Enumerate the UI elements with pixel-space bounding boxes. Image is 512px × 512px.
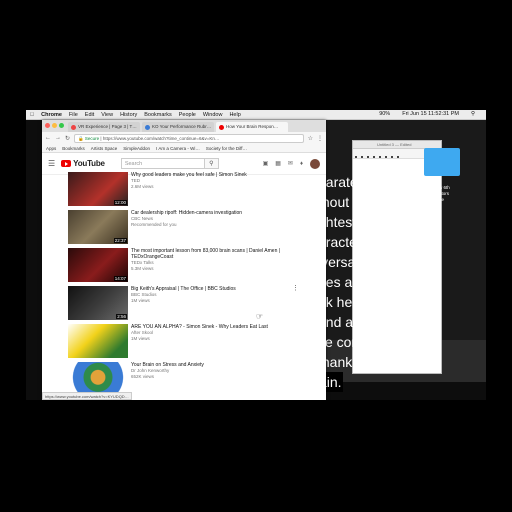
menu-window[interactable]: Window xyxy=(203,112,223,118)
video-stats: 1M views xyxy=(131,336,150,341)
avatar[interactable] xyxy=(310,158,320,169)
battery-level[interactable]: 90% xyxy=(379,111,390,117)
video-stats: 2.6M views xyxy=(131,184,154,189)
bookmark-simpleaddon[interactable]: SimpleAddon xyxy=(123,146,150,151)
video-stats: 1M views xyxy=(131,298,150,303)
subtitle-line: nk he has xyxy=(318,294,379,310)
duration-badge: 14:07 xyxy=(113,276,127,281)
more-options-icon[interactable]: ⋮ xyxy=(292,284,299,292)
minimize-window-icon[interactable] xyxy=(52,123,57,128)
secure-label: Secure xyxy=(84,135,100,141)
duration-badge: 2:56 xyxy=(116,314,127,319)
subtitle-line: thout the xyxy=(318,194,373,210)
mouse-cursor-icon: ☞ xyxy=(256,312,264,321)
menu-dots-icon[interactable]: ⋮ xyxy=(317,135,323,142)
subtitle-line: pes anyone xyxy=(318,274,391,290)
video-thumbnail[interactable]: 2:56 xyxy=(68,286,128,320)
chrome-window[interactable]: VR Experience | Page 3 | T… KO Your Perf… xyxy=(42,120,326,400)
forward-icon[interactable]: → xyxy=(55,135,61,141)
menu-file[interactable]: File xyxy=(69,112,78,118)
tab-label: How Your Brain Respon… xyxy=(226,124,279,129)
back-icon[interactable]: ← xyxy=(45,135,51,141)
menu-people[interactable]: People xyxy=(179,112,196,118)
video-subtitle: parately, thout the ghtest aracter of iv… xyxy=(318,172,428,392)
video-stats: 5.3M views xyxy=(131,266,154,271)
subtitle-line: und a psychic xyxy=(318,314,404,330)
tab-bar: VR Experience | Page 3 | T… KO Your Perf… xyxy=(42,120,326,132)
tab-favicon xyxy=(145,124,150,130)
duration-badge: 22:37 xyxy=(113,238,127,243)
bookmark-artists-space[interactable]: Artists Space xyxy=(91,146,118,151)
tab-favicon xyxy=(71,124,76,130)
search-input[interactable]: Search xyxy=(120,158,205,169)
folder-icon[interactable] xyxy=(424,148,460,176)
list-item[interactable]: 12:00 Why good leaders make you feel saf… xyxy=(42,170,326,208)
hamburger-menu-icon[interactable]: ☰ xyxy=(48,159,55,168)
video-stats: Recommended for you xyxy=(131,222,177,227)
logo-text: YouTube xyxy=(73,159,105,168)
duration-badge: 12:00 xyxy=(113,200,127,205)
bookmark-bookmarks[interactable]: Bookmarks xyxy=(62,146,85,151)
subtitle-line: aracter of xyxy=(318,234,378,250)
subtitle-line: ghtest xyxy=(318,214,357,230)
tab-ko-performance[interactable]: KO Your Performance Rubr… xyxy=(142,122,214,132)
search-button[interactable]: ⚲ xyxy=(204,158,219,169)
video-thumbnail[interactable] xyxy=(68,362,128,396)
subtitle-line: mankind? xyxy=(318,354,379,370)
clock[interactable]: Fri Jun 15 11:52:31 PM xyxy=(402,111,459,117)
bookmark-society[interactable]: Society for the Diff… xyxy=(206,146,247,151)
close-window-icon[interactable] xyxy=(45,123,50,128)
lock-icon: 🔒 xyxy=(78,135,84,141)
status-bar-url: https://www.youtube.com/watch?v=KYUDQD… xyxy=(42,392,132,400)
list-item[interactable]: ARE YOU AN ALPHA? - Simon Sinek - Why Le… xyxy=(42,322,326,360)
video-caption: w 6th ators he xyxy=(439,185,450,203)
recommended-list: 12:00 Why good leaders make you feel saf… xyxy=(42,170,326,398)
menu-help[interactable]: Help xyxy=(229,112,240,118)
video-stats: 652K views xyxy=(131,374,155,379)
menu-history[interactable]: History xyxy=(120,112,137,118)
bookmark-i-am-a-camera[interactable]: I Am a Camera - Wi… xyxy=(156,146,200,151)
search-icon[interactable]: ⚲ xyxy=(471,111,475,117)
apple-icon[interactable]:  xyxy=(30,112,34,118)
tab-vr-experience[interactable]: VR Experience | Page 3 | T… xyxy=(68,122,140,132)
video-thumbnail[interactable]: 12:00 xyxy=(68,172,128,206)
url-text: https://www.youtube.com/watch?time_conti… xyxy=(102,135,220,141)
video-thumbnail[interactable] xyxy=(68,324,128,358)
bookmarks-bar: Apps Bookmarks Artists Space SimpleAddon… xyxy=(42,144,326,153)
list-item[interactable]: 14:07 The most important lesson from 83,… xyxy=(42,246,326,284)
star-icon[interactable]: ☆ xyxy=(308,135,313,142)
menu-bookmarks[interactable]: Bookmarks xyxy=(144,112,172,118)
video-thumbnail[interactable]: 22:37 xyxy=(68,210,128,244)
mac-menubar:  Chrome File Edit View History Bookmark… xyxy=(26,110,486,120)
reload-icon[interactable]: ↻ xyxy=(65,135,70,142)
subtitle-line: se common to xyxy=(318,334,406,350)
video-title[interactable]: The most important lesson from 83,000 br… xyxy=(131,248,301,260)
subtitle-line: parately, xyxy=(318,174,371,190)
address-bar[interactable]: 🔒 Secure | https://www.youtube.com/watch… xyxy=(74,133,304,143)
upload-icon[interactable]: ▣ xyxy=(263,160,269,167)
menu-chrome[interactable]: Chrome xyxy=(41,112,62,118)
list-item[interactable]: 22:37 Car dealership ripoff: Hidden-came… xyxy=(42,208,326,246)
notifications-icon[interactable]: ♦ xyxy=(300,161,303,167)
list-item[interactable]: 2:56 Big Keith's Appraisal | The Office … xyxy=(42,284,326,322)
youtube-logo[interactable]: YouTube xyxy=(61,159,105,168)
tab-youtube[interactable]: How Your Brain Respon… xyxy=(216,122,288,132)
zoom-window-icon[interactable] xyxy=(59,123,64,128)
caption-line: he xyxy=(439,197,445,202)
address-toolbar: ← → ↻ 🔒 Secure | https://www.youtube.com… xyxy=(42,132,326,144)
bookmark-apps[interactable]: Apps xyxy=(46,146,56,151)
menu-view[interactable]: View xyxy=(101,112,113,118)
tab-label: KO Your Performance Rubr… xyxy=(152,124,212,129)
messages-icon[interactable]: ✉ xyxy=(288,160,293,167)
tab-label: VR Experience | Page 3 | T… xyxy=(78,124,137,129)
tab-favicon xyxy=(219,124,224,130)
subtitle-line: iversality. xyxy=(318,254,376,270)
menu-edit[interactable]: Edit xyxy=(85,112,94,118)
video-thumbnail[interactable]: 14:07 xyxy=(68,248,128,282)
youtube-play-icon xyxy=(61,160,72,167)
apps-grid-icon[interactable]: ▦ xyxy=(275,160,281,167)
